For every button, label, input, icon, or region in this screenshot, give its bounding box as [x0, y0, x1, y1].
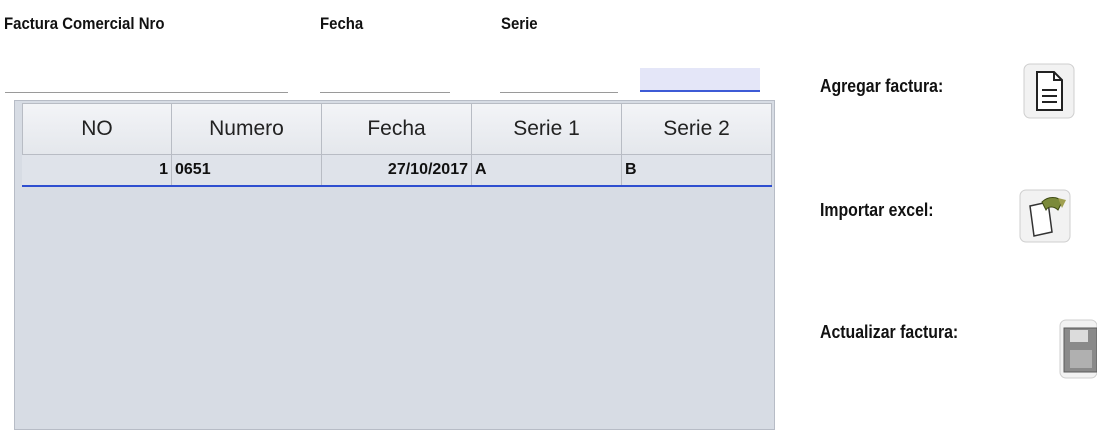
cell-serie1[interactable]: A	[472, 155, 622, 185]
agregar-factura-button[interactable]	[1022, 62, 1076, 125]
column-header-serie1[interactable]: Serie 1	[472, 103, 622, 155]
column-header-fecha[interactable]: Fecha	[322, 103, 472, 155]
importar-excel-label: Importar excel:	[820, 200, 934, 220]
cell-fecha[interactable]: 27/10/2017	[322, 155, 472, 185]
document-icon	[1023, 63, 1075, 119]
factura-numero-input[interactable]	[5, 70, 288, 93]
fecha-label: Fecha	[320, 14, 364, 33]
save-icon	[1059, 319, 1097, 379]
table-row[interactable]: 1 0651 27/10/2017 A B	[22, 155, 772, 187]
column-header-no[interactable]: NO	[22, 103, 172, 155]
table-header: NO Numero Fecha Serie 1 Serie 2	[22, 103, 772, 155]
import-excel-icon	[1019, 189, 1071, 243]
cell-no[interactable]: 1	[22, 155, 172, 185]
actualizar-factura-label: Actualizar factura:	[820, 322, 959, 342]
fecha-input[interactable]	[320, 70, 450, 93]
serie2-input[interactable]	[640, 68, 760, 92]
cell-numero[interactable]: 0651	[172, 155, 322, 185]
facturas-table: NO Numero Fecha Serie 1 Serie 2 1 0651 2…	[14, 100, 775, 430]
serie-label: Serie	[501, 14, 538, 33]
agregar-factura-label: Agregar factura:	[820, 76, 944, 96]
column-header-serie2[interactable]: Serie 2	[622, 103, 772, 155]
actualizar-factura-button[interactable]	[1058, 318, 1097, 385]
column-header-numero[interactable]: Numero	[172, 103, 322, 155]
importar-excel-button[interactable]	[1018, 188, 1072, 249]
factura-comercial-label: Factura Comercial Nro	[4, 14, 165, 33]
serie1-input[interactable]	[500, 70, 618, 93]
cell-serie2[interactable]: B	[622, 155, 772, 185]
